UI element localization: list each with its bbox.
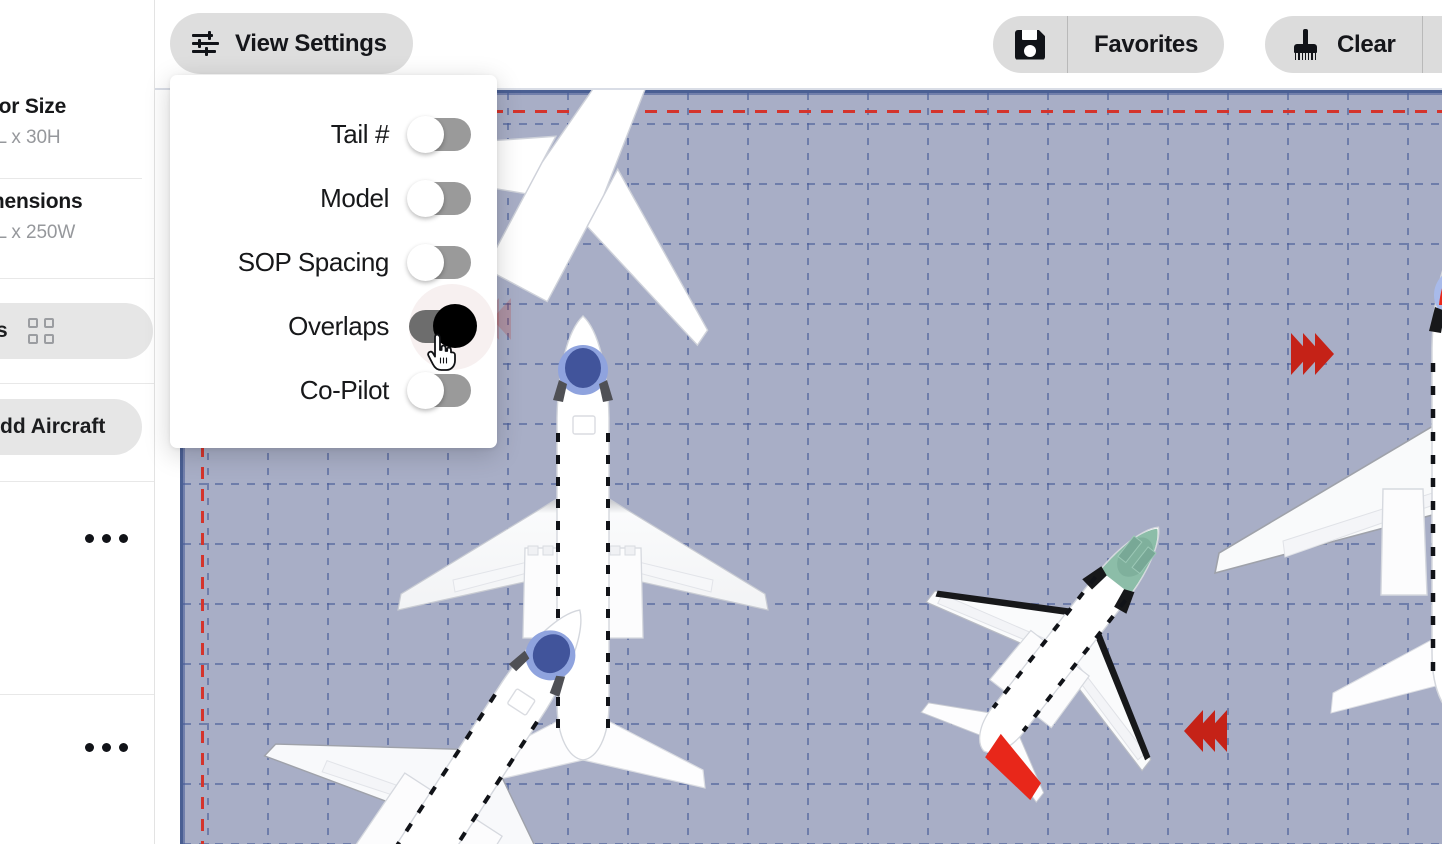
aircraft-list-item-2[interactable] <box>0 695 154 844</box>
floppy-disk-icon <box>1015 29 1045 60</box>
sidebar-divider-2 <box>0 278 154 279</box>
favorites-button[interactable]: Favorites <box>1067 16 1224 73</box>
door-size-block: oor Size 0L x 30H <box>0 95 154 149</box>
setting-row-tail-number: Tail # <box>330 116 471 153</box>
favorites-label: Favorites <box>1094 30 1199 58</box>
toolbar-overflow-button[interactable] <box>1421 16 1442 73</box>
add-aircraft-label: dd Aircraft <box>0 415 106 438</box>
sidebar-divider-3 <box>0 383 154 384</box>
setting-label-model: Model <box>320 183 389 213</box>
view-settings-label: View Settings <box>235 29 387 57</box>
toggle-co-pilot[interactable] <box>407 372 471 409</box>
setting-row-model: Model <box>320 180 471 217</box>
save-button[interactable] <box>993 16 1067 73</box>
dimensions-value: 0L x 250W <box>0 222 76 243</box>
view-mode-label: s <box>0 319 8 343</box>
door-size-value: 0L x 30H <box>0 127 61 148</box>
view-settings-panel: Tail # Model SOP Spacing Overlaps Co-Pil… <box>170 75 497 448</box>
tune-icon <box>192 30 219 57</box>
view-settings-button[interactable]: View Settings <box>170 13 413 74</box>
setting-row-sop-spacing: SOP Spacing <box>237 244 471 281</box>
toggle-tail-number[interactable] <box>407 116 471 153</box>
setting-label-overlaps: Overlaps <box>288 311 389 341</box>
view-mode-toggle-pill[interactable]: s <box>0 303 153 359</box>
overlap-chevrons-left-lower <box>1184 710 1227 752</box>
setting-row-overlaps: Overlaps <box>288 284 495 370</box>
setting-label-sop-spacing: SOP Spacing <box>237 247 390 277</box>
setting-label-co-pilot: Co-Pilot <box>299 375 390 405</box>
overlap-chevrons-right <box>1291 333 1334 375</box>
clear-label: Clear <box>1337 30 1396 58</box>
aircraft-hangar-planner: oor Size 0L x 30H mensions 0L x 250W s d… <box>0 0 1442 844</box>
left-sidebar: oor Size 0L x 30H mensions 0L x 250W s d… <box>0 0 155 844</box>
setting-row-co-pilot: Co-Pilot <box>299 372 471 409</box>
toggle-model[interactable] <box>407 180 471 217</box>
dimensions-title: mensions <box>0 190 83 213</box>
aircraft-1-more-menu[interactable] <box>85 534 128 543</box>
clear-button[interactable]: Clear <box>1265 16 1422 73</box>
add-aircraft-button[interactable]: dd Aircraft <box>0 399 142 455</box>
dimensions-block: mensions 0L x 250W <box>0 190 154 244</box>
sidebar-divider-1 <box>0 178 142 179</box>
setting-label-tail-number: Tail # <box>330 119 390 149</box>
aircraft-list-item-1[interactable] <box>0 482 154 694</box>
toggle-overlaps[interactable] <box>409 284 495 370</box>
grid-icon[interactable] <box>27 318 54 344</box>
toggle-sop-spacing[interactable] <box>407 244 471 281</box>
door-size-title: oor Size <box>0 95 67 118</box>
clear-group: Clear <box>1265 16 1442 73</box>
broom-icon <box>1291 29 1321 60</box>
aircraft-2-more-menu[interactable] <box>85 743 128 752</box>
save-favorites-group: Favorites <box>993 16 1225 73</box>
